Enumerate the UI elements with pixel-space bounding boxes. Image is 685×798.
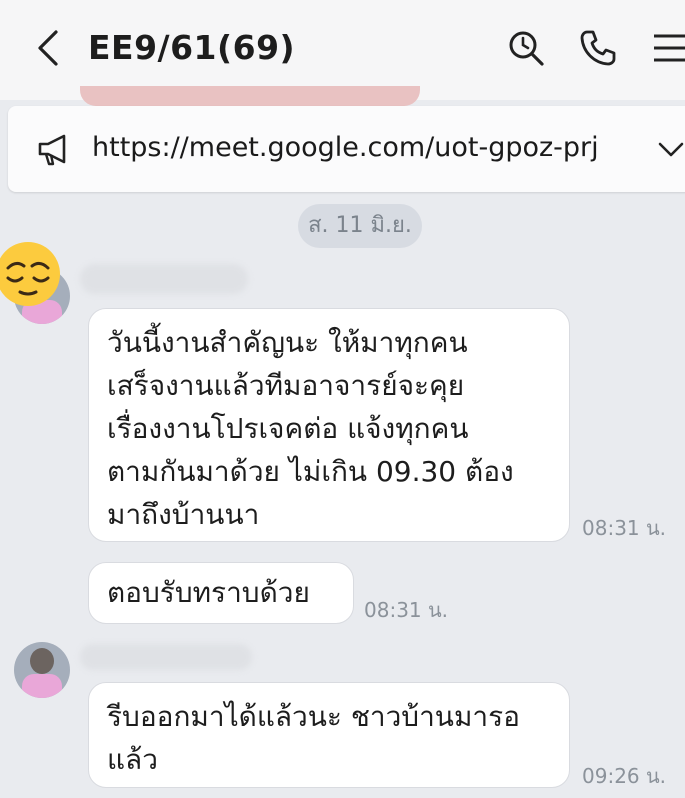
phone-icon[interactable] <box>578 28 618 68</box>
announcement-banner[interactable]: https://meet.google.com/uot-gpoz-prj <box>8 106 685 192</box>
message-timestamp: 08:31 น. <box>582 516 667 540</box>
message-line: เสร็จงานแล้วทีมอาจารย์จะคุย <box>107 369 465 402</box>
message-line: ตามกันมาด้วย ไม่เกิน 09.30 ต้อง <box>107 455 514 488</box>
message-bubble[interactable]: วันนี้งานสำคัญนะ ให้มาทุกคน เสร็จงานแล้ว… <box>88 308 570 542</box>
back-arrow-icon[interactable] <box>32 28 68 68</box>
sender-name-redacted <box>80 264 248 294</box>
message-bubble[interactable]: ตอบรับทราบด้วย <box>88 562 354 624</box>
chevron-down-icon[interactable] <box>656 134 685 164</box>
previous-message-peek <box>80 86 420 106</box>
announcement-text[interactable]: https://meet.google.com/uot-gpoz-prj <box>92 132 599 163</box>
message-line: แล้ว <box>107 743 158 776</box>
message-line: วันนี้งานสำคัญนะ ให้มาทุกคน <box>107 326 468 359</box>
message-line: เรื่องงานโปรเจคต่อ แจ้งทุกคน <box>107 412 469 445</box>
sender-name-redacted <box>80 644 252 670</box>
message-line: รีบออกมาได้แล้วนะ ชาวบ้านมารอ <box>107 700 520 733</box>
message-line: มาถึงบ้านนา <box>107 498 260 531</box>
avatar[interactable] <box>14 642 70 698</box>
message-line: ตอบรับทราบด้วย <box>107 576 310 609</box>
message-timestamp: 09:26 น. <box>582 764 667 788</box>
megaphone-icon <box>38 134 66 166</box>
menu-icon[interactable] <box>650 28 685 68</box>
message-bubble[interactable]: รีบออกมาได้แล้วนะ ชาวบ้านมารอ แล้ว <box>88 682 570 788</box>
chat-header: EE9/61(69) <box>0 0 685 100</box>
message-timestamp: 08:31 น. <box>364 598 449 622</box>
chat-title: EE9/61(69) <box>88 28 296 67</box>
date-divider: ส. 11 มิ.ย. <box>298 204 422 248</box>
search-history-icon[interactable] <box>506 28 546 68</box>
relieved-face-sticker-icon <box>0 242 60 306</box>
